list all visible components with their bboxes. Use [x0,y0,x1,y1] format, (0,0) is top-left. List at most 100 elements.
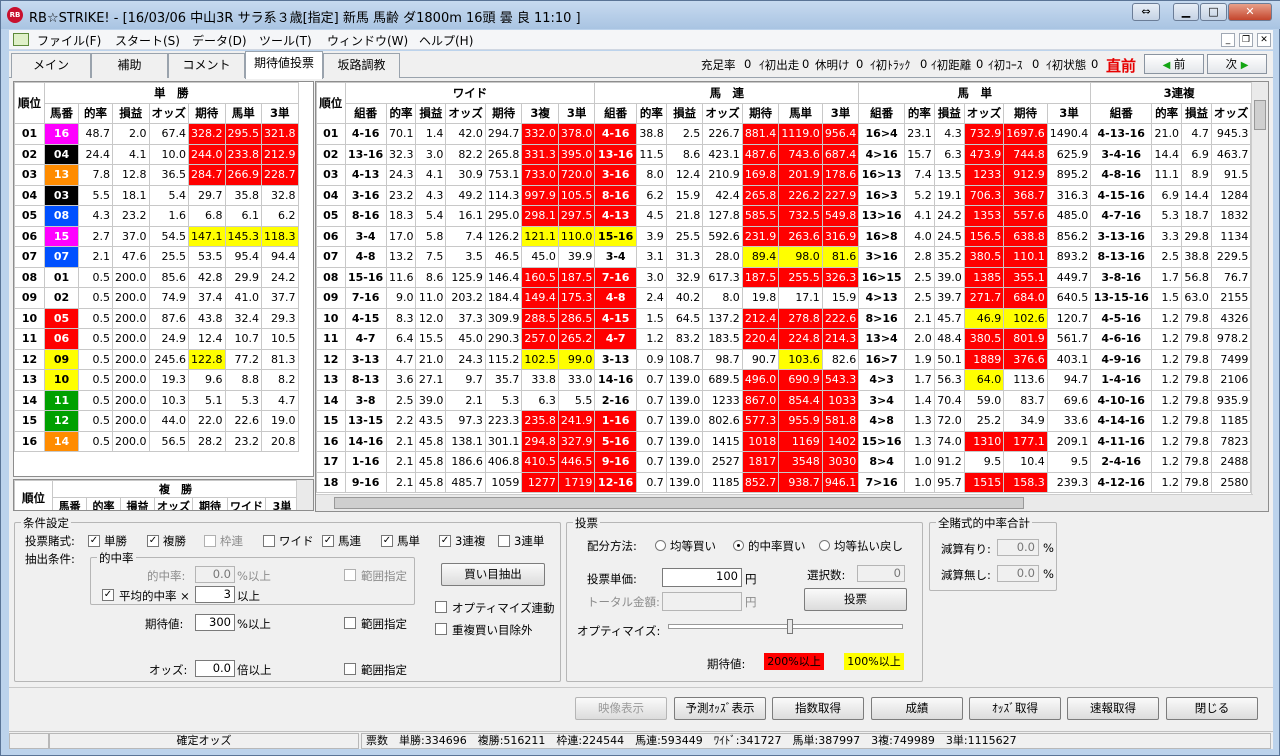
maximize-icon[interactable]: □ [1200,3,1227,21]
predicted-odds-button[interactable]: 予測ｵｯｽﾞ表示 [674,697,766,720]
combination-horizontal-scrollbar[interactable] [316,494,1253,511]
table-row[interactable]: 13 10 0.5 200.0 19.3 9.6 8.8 8.2 [14,369,299,391]
mdi-minimize-icon[interactable]: _ [1221,33,1235,47]
ticket-checkbox[interactable]: ✓ [439,535,451,547]
value-cell: 3.6 [385,369,417,391]
table-row[interactable]: 08 01 0.5 200.0 85.6 42.8 29.9 24.2 [14,266,299,288]
table-row[interactable]: 15 12 0.5 200.0 44.0 22.0 22.6 19.0 [14,410,299,432]
table-row[interactable]: 12 09 0.5 200.0 245.6 122.8 77.2 81.3 [14,348,299,370]
table-row[interactable]: 09 02 0.5 200.0 74.9 37.4 41.0 37.7 [14,287,299,309]
menu-help[interactable]: ヘルプ(H) [419,32,473,49]
table-row[interactable]: 09 7-16 9.0 11.0 203.2 184.4 149.4 175.3 4-8 2.4 4… [316,287,1268,309]
tab-slope-training[interactable]: 坂路調教 [323,53,400,78]
avg-hit-rate-checkbox[interactable]: ✓ [102,589,114,601]
close-icon[interactable]: ✕ [1228,3,1272,21]
fukusho-scrollbar[interactable] [296,480,313,510]
table-row[interactable]: 06 15 2.7 37.0 54.5 147.1 145.3 118.3 [14,225,299,247]
minimize-icon[interactable]: ▁ [1173,3,1199,21]
table-row[interactable]: 04 3-16 23.2 4.3 49.2 114.3 997.9 105.5 8-16 6.2 1… [316,184,1268,206]
expect-range-checkbox[interactable] [344,617,356,629]
table-row[interactable]: 07 07 2.1 47.6 25.5 53.5 95.4 94.4 [14,246,299,268]
tab-comment[interactable]: コメント [168,53,245,78]
ticket-checkbox[interactable] [263,535,275,547]
ticket-label: 枠連 [220,534,243,548]
scroll-thumb[interactable] [334,497,1024,509]
scroll-thumb[interactable] [1254,100,1266,130]
odds-input[interactable]: 0.0 [195,660,235,677]
avg-hit-rate-input[interactable]: 3 [195,586,235,603]
ticket-checkbox[interactable] [498,535,510,547]
value-cell: 43.8 [188,307,226,329]
ticket-checkbox[interactable]: ✓ [147,535,159,547]
table-row[interactable]: 14 3-8 2.5 39.0 2.1 5.3 6.3 5.5 2-16 0.7 139.0 1233… [316,389,1268,411]
hit-rate-input[interactable]: 0.0 [195,566,235,583]
legend-red: 200%以上 [764,653,824,670]
table-row[interactable]: 03 4-13 24.3 4.1 30.9 753.1 733.0 720.0 3-16 8.0 1… [316,164,1268,186]
value-cell: 187.5 [557,266,596,288]
optimize-link-checkbox[interactable] [435,601,447,613]
table-row[interactable]: 08 15-16 11.6 8.6 125.9 146.4 160.5 187.5 7-16 3.… [316,266,1268,288]
menu-start[interactable]: スタート(S) [115,32,180,49]
table-row[interactable]: 04 03 5.5 18.1 5.4 29.7 35.8 32.8 [14,184,299,206]
mdi-close-icon[interactable]: ✕ [1257,33,1271,47]
expect-input[interactable]: 300 [195,614,235,631]
table-row[interactable]: 16 14-16 2.1 45.8 138.1 301.1 294.8 327.9 5-16 0.… [316,430,1268,452]
vote-button[interactable]: 投票 [804,588,907,611]
odds-range-checkbox[interactable] [344,663,356,675]
odds-fetch-button[interactable]: ｵｯｽﾞ取得 [969,697,1061,720]
tab-expected-value-vote[interactable]: 期待値投票 [245,51,323,79]
tab-sub[interactable]: 補助 [91,53,168,78]
table-row[interactable]: 18 9-16 2.1 45.8 485.7 1059 1277 1719 12-16 0.7 13… [316,471,1268,493]
mdi-restore-icon[interactable]: ❐ [1239,33,1253,47]
tab-main[interactable]: メイン [11,53,91,78]
dup-exclude-checkbox[interactable] [435,623,447,635]
table-row[interactable]: 02 04 24.4 4.1 10.0 244.0 233.8 212.9 [14,143,299,165]
flash-fetch-button[interactable]: 速報取得 [1067,697,1159,720]
table-row[interactable]: 11 4-7 6.4 15.5 45.0 290.3 257.0 265.2 4-7 1.2 83.… [316,328,1268,350]
table-row[interactable]: 11 06 0.5 200.0 24.9 12.4 10.7 10.5 [14,328,299,350]
video-button[interactable]: 映像表示 [575,697,667,720]
extract-bets-button[interactable]: 買い目抽出 [441,563,545,586]
ticket-checkbox[interactable]: ✓ [88,535,100,547]
radio-equal-bet[interactable] [655,540,666,551]
table-row[interactable]: 03 13 7.8 12.8 36.5 284.7 266.9 228.7 [14,164,299,186]
table-row[interactable]: 13 8-13 3.6 27.1 9.7 35.7 33.8 33.0 14-16 0.7 139.… [316,369,1268,391]
hit-rate-range-checkbox[interactable] [344,569,356,581]
table-row[interactable]: 07 4-8 13.2 7.5 3.5 46.5 45.0 39.9 3-4 3.1 31.3 28.… [316,246,1268,268]
table-row[interactable]: 05 08 4.3 23.2 1.6 6.8 6.1 6.2 [14,205,299,227]
table-row[interactable]: 15 13-15 2.2 43.5 97.3 223.3 235.8 241.9 1-16 0.7… [316,410,1268,432]
menu-tools[interactable]: ツール(T) [259,32,312,49]
ticket-checkbox[interactable] [204,535,216,547]
radio-equal-payout[interactable] [819,540,830,551]
value-cell: 12.8 [112,164,150,186]
close-button[interactable]: 閉じる [1166,697,1258,720]
table-row[interactable]: 02 13-16 32.3 3.0 82.2 265.8 331.3 395.0 13-16 11… [316,143,1268,165]
restore-window-icon[interactable]: ⇔ [1132,3,1160,21]
table-row[interactable]: 01 16 48.7 2.0 67.4 328.2 295.5 321.8 [14,123,299,145]
unit-price-input[interactable]: 100 [662,568,742,587]
menu-window[interactable]: ウィンドウ(W) [327,32,408,49]
value-cell: 732.9 [963,123,1005,145]
ticket-checkbox[interactable]: ✓ [381,535,393,547]
menu-data[interactable]: データ(D) [192,32,247,49]
next-button[interactable]: 次 ▶ [1207,54,1267,74]
menu-file[interactable]: ファイル(F) [37,32,101,49]
table-row[interactable]: 16 14 0.5 200.0 56.5 28.2 23.2 20.8 [14,430,299,452]
table-row[interactable]: 12 3-13 4.7 21.0 24.3 115.2 102.5 99.0 3-13 0.9 10… [316,348,1268,370]
table-row[interactable]: 10 4-15 8.3 12.0 37.3 309.9 288.5 286.5 4-15 1.5 6… [316,307,1268,329]
prev-button[interactable]: ◀ 前 [1144,54,1204,74]
table-row[interactable]: 01 4-16 70.1 1.4 42.0 294.7 332.0 378.0 4-16 38.8… [316,123,1268,145]
table-row[interactable]: 17 1-16 2.1 45.8 186.6 406.8 410.5 446.5 9-16 0.7… [316,451,1268,473]
combination-vertical-scrollbar[interactable] [1251,82,1268,511]
table-row[interactable]: 14 11 0.5 200.0 10.3 5.1 5.3 4.7 [14,389,299,411]
radio-hit-rate-bet[interactable] [733,540,744,551]
table-row[interactable]: 05 8-16 18.3 5.4 16.1 295.0 298.1 297.5 4-13 4.5 2… [316,205,1268,227]
optimize-slider[interactable] [668,624,903,629]
value-cell: 11.5 [635,143,667,165]
results-button[interactable]: 成績 [871,697,963,720]
table-row[interactable]: 06 3-4 17.0 5.8 7.4 126.2 121.1 110.0 15-16 3.9 25… [316,225,1268,247]
ticket-checkbox[interactable]: ✓ [322,535,334,547]
slider-handle[interactable] [787,619,793,634]
index-fetch-button[interactable]: 指数取得 [772,697,864,720]
table-row[interactable]: 10 05 0.5 200.0 87.6 43.8 32.4 29.3 [14,307,299,329]
